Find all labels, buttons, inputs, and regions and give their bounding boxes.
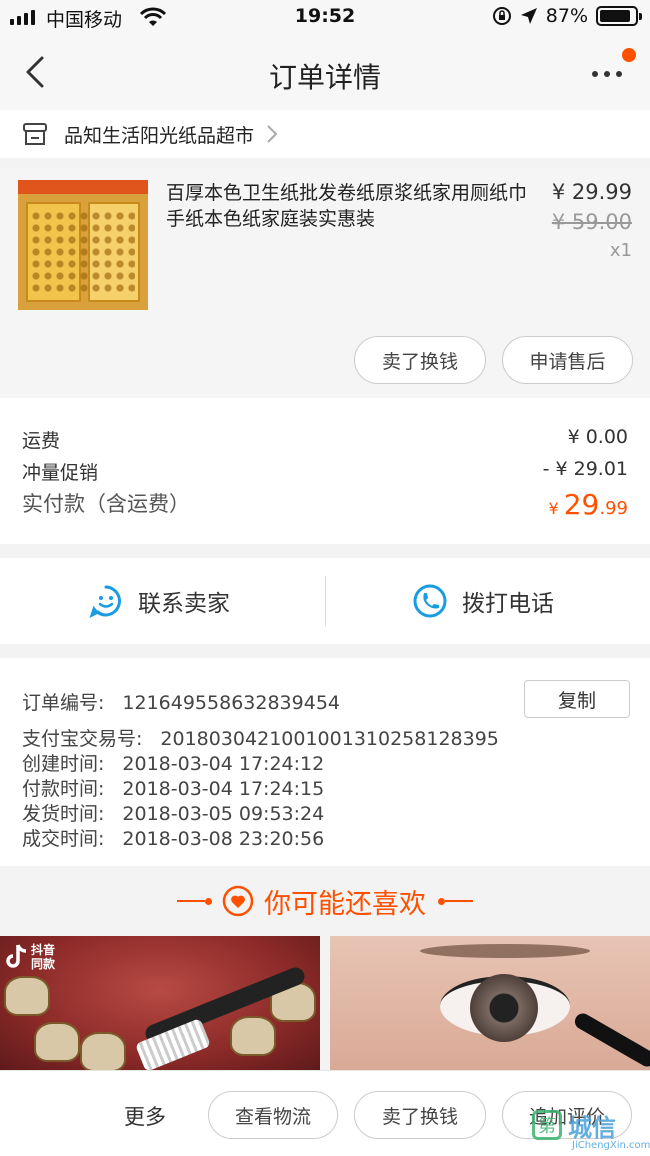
watermark-text: 城信 <box>568 1114 616 1142</box>
order-info: 订单编号: 121649558632839454 复制 支付宝交易号: 201803… <box>0 658 650 866</box>
order-number-label: 订单编号: <box>22 692 105 714</box>
created-time-label: 创建时间: <box>22 753 105 775</box>
total-amount: ¥ 29.99 <box>548 488 628 521</box>
paid-time-row: 付款时间: 2018-03-04 17:24:15 <box>22 774 324 801</box>
paid-time-value: 2018-03-04 17:24:15 <box>122 778 325 800</box>
badge-line-2: 同款 <box>31 957 56 971</box>
store-icon <box>23 123 47 145</box>
page-title: 订单详情 <box>268 61 381 94</box>
heart-icon <box>222 885 254 917</box>
badge-line-1: 抖音 <box>31 943 56 957</box>
shipped-time-value: 2018-03-05 09:53:24 <box>122 803 325 825</box>
shipping-value: ¥ 0.00 <box>567 426 628 448</box>
eyeliner-pen <box>572 1010 650 1070</box>
watermark: 第 城信 JiChengXin.com <box>530 1104 650 1154</box>
call-button[interactable]: 拨打电话 <box>412 558 554 644</box>
location-icon <box>520 8 537 24</box>
view-logistics-button[interactable]: 查看物流 <box>208 1091 338 1139</box>
decor-dot-right <box>438 897 445 905</box>
decor-dot-left <box>205 897 212 905</box>
copy-button[interactable]: 复制 <box>524 680 630 718</box>
product-image-banner <box>18 180 148 194</box>
shop-row[interactable]: 品知生活阳光纸品超市 <box>0 110 650 158</box>
shipped-time-label: 发货时间: <box>22 803 105 825</box>
shop-name: 品知生活阳光纸品超市 <box>64 124 255 147</box>
tooth-shape <box>230 1016 276 1056</box>
promo-value: - ¥ 29.01 <box>542 458 628 480</box>
tiktok-badge: 抖音 同款 <box>4 940 62 974</box>
watermark-logo: 第 <box>532 1110 562 1140</box>
phone-icon <box>413 584 447 618</box>
product-card[interactable]: 百厚本色卫生纸批发卷纸原浆纸家用厕纸巾手纸本色纸家庭装实惠装 ¥ 29.99 ¥… <box>0 168 650 398</box>
eyebrow-shape <box>420 944 590 958</box>
created-time-value: 2018-03-04 17:24:12 <box>122 753 325 775</box>
paid-time-label: 付款时间: <box>22 778 105 800</box>
battery-icon <box>596 6 642 26</box>
status-right: 87% <box>492 5 642 27</box>
completed-time-row: 成交时间: 2018-03-08 23:20:56 <box>22 824 324 851</box>
promo-label: 冲量促销 <box>22 462 99 484</box>
promo-row: 冲量促销 - ¥ 29.01 <box>22 458 628 485</box>
recommend-header: 你可能还喜欢 <box>0 866 650 936</box>
product-original-price: ¥ 59.00 <box>551 210 632 234</box>
battery-fill <box>600 10 630 22</box>
more-button[interactable]: 更多 <box>124 1101 166 1131</box>
product-image[interactable] <box>18 180 148 310</box>
chevron-right-icon <box>267 125 278 143</box>
decor-line-left <box>177 900 205 902</box>
notification-dot <box>622 48 636 62</box>
total-integer: 29 <box>563 488 600 521</box>
total-decimal: .99 <box>599 498 628 519</box>
sell-for-cash-button[interactable]: 卖了换钱 <box>354 336 486 384</box>
alipay-trade-label: 支付宝交易号: <box>22 728 143 750</box>
status-bar: 中国移动 19:52 87% <box>0 0 650 36</box>
chat-smile-icon <box>89 585 121 618</box>
order-number-value[interactable]: 121649558632839454 <box>122 692 340 714</box>
contact-seller-label: 联系卖家 <box>138 591 230 617</box>
decor-line-right <box>445 900 473 902</box>
contact-divider <box>325 576 326 626</box>
product-quantity: x1 <box>609 240 632 261</box>
tooth-shape <box>80 1032 126 1070</box>
call-label: 拨打电话 <box>462 591 554 617</box>
tooth-shape <box>4 976 50 1016</box>
total-currency: ¥ <box>548 499 564 518</box>
tiktok-icon <box>6 944 27 968</box>
recommend-item-eyeliner[interactable] <box>330 936 650 1070</box>
shipping-row: 运费 ¥ 0.00 <box>22 426 628 453</box>
tiktok-badge-text: 抖音 同款 <box>31 943 55 971</box>
total-label: 实付款（含运费） <box>22 492 190 516</box>
iris-shape <box>470 974 538 1042</box>
watermark-url: JiChengXin.com <box>572 1140 650 1151</box>
product-title: 百厚本色卫生纸批发卷纸原浆纸家用厕纸巾手纸本色纸家庭装实惠装 <box>166 182 528 230</box>
contact-seller-button[interactable]: 联系卖家 <box>88 558 230 644</box>
rotation-lock-icon <box>492 7 511 25</box>
after-sale-button[interactable]: 申请售后 <box>502 336 633 384</box>
navigation-bar: 订单详情 <box>0 36 650 110</box>
shipped-time-row: 发货时间: 2018-03-05 09:53:24 <box>22 799 324 826</box>
recommend-item-toothbrush[interactable]: 抖音 同款 <box>0 936 320 1070</box>
order-number-row: 订单编号: 121649558632839454 <box>22 688 340 715</box>
completed-time-label: 成交时间: <box>22 828 105 850</box>
recommend-title: 你可能还喜欢 <box>264 888 426 920</box>
product-price: ¥ 29.99 <box>551 180 632 204</box>
created-time-row: 创建时间: 2018-03-04 17:24:12 <box>22 749 324 776</box>
completed-time-value: 2018-03-08 23:20:56 <box>122 828 325 850</box>
shipping-label: 运费 <box>22 430 61 452</box>
contact-bar: 联系卖家 拨打电话 <box>0 558 650 644</box>
more-dots-icon[interactable] <box>590 58 630 88</box>
sell-for-cash-button-bottom[interactable]: 卖了换钱 <box>354 1091 486 1139</box>
product-roll-pattern <box>30 210 135 295</box>
alipay-trade-value: 2018030421001001310258128395 <box>160 728 499 750</box>
tooth-shape <box>34 1022 80 1062</box>
total-row: 实付款（含运费） ¥ 29.99 <box>22 488 628 521</box>
fee-summary: 运费 ¥ 0.00 冲量促销 - ¥ 29.01 实付款（含运费） ¥ 29.9… <box>0 398 650 544</box>
battery-percent: 87% <box>545 5 588 27</box>
alipay-trade-row: 支付宝交易号: 2018030421001001310258128395 <box>22 724 499 751</box>
